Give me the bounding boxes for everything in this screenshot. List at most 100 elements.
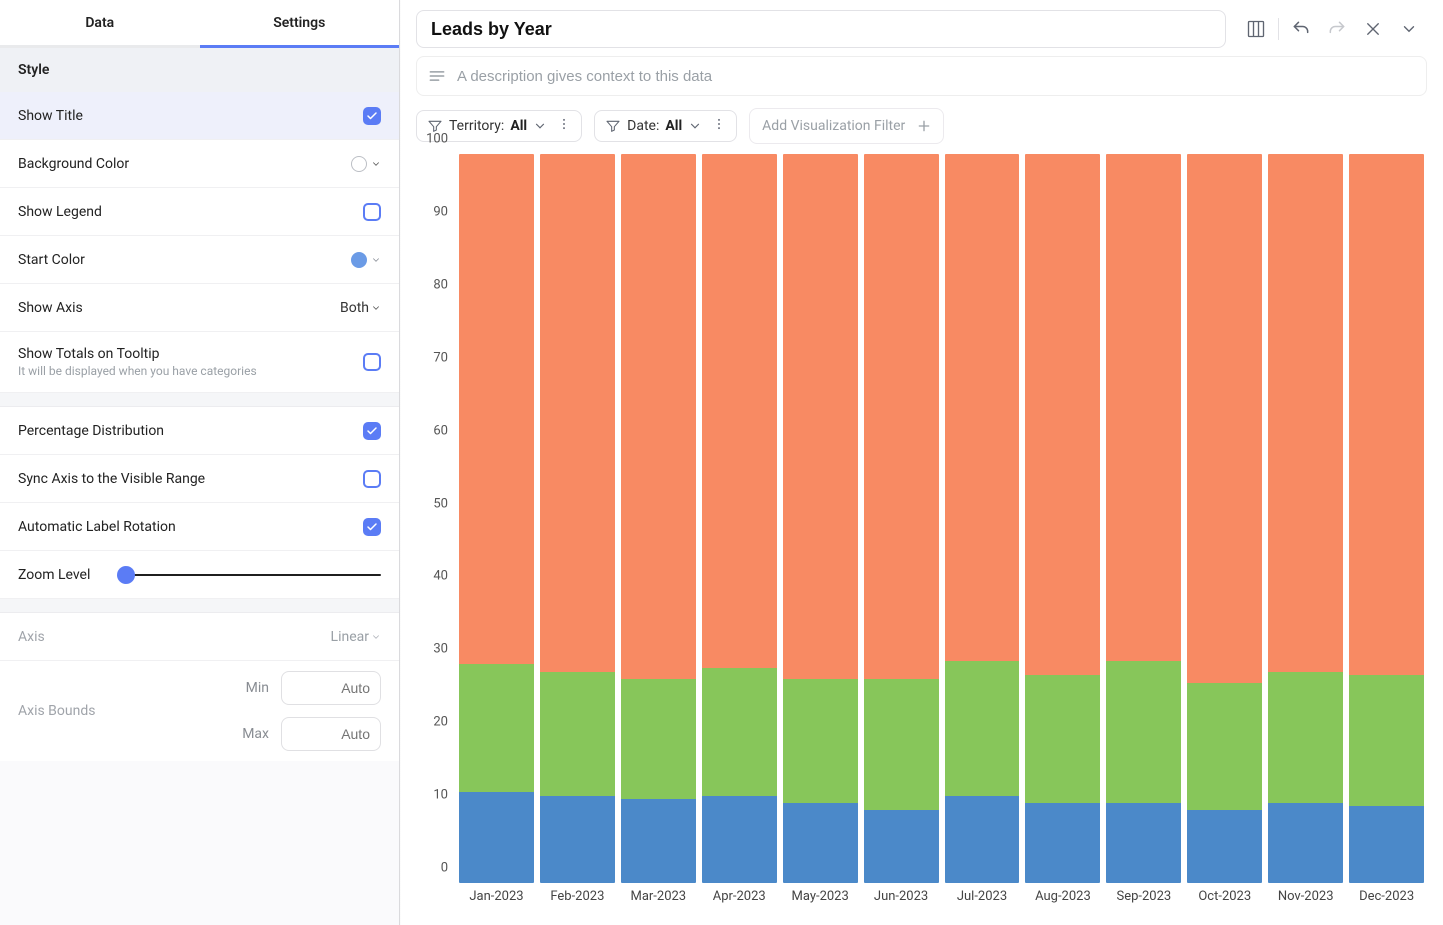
checkbox-sync-axis[interactable] (363, 470, 381, 488)
bar-segment (783, 803, 858, 883)
bar[interactable] (1184, 154, 1265, 883)
option-show-title[interactable]: Show Title (0, 92, 399, 140)
bar[interactable] (456, 154, 537, 883)
y-tick: 50 (433, 496, 448, 511)
bar[interactable] (1022, 154, 1103, 883)
bar[interactable] (1103, 154, 1184, 883)
filter-territory-more[interactable] (553, 117, 575, 135)
axis-scale-select: Linear (331, 629, 381, 645)
bar-segment (1025, 803, 1100, 883)
toolbar-divider (1278, 18, 1279, 40)
bar-segment (1187, 810, 1262, 883)
y-tick: 70 (433, 350, 448, 365)
description-input[interactable] (457, 68, 1416, 85)
main-area: Territory: All Date: All Add Visualizati… (400, 0, 1443, 925)
checkbox-percentage-distribution[interactable] (363, 422, 381, 440)
bar-segment (459, 792, 534, 883)
x-axis: Jan-2023Feb-2023Mar-2023Apr-2023May-2023… (456, 883, 1427, 909)
bar[interactable] (861, 154, 942, 883)
chart-title-input[interactable] (416, 10, 1226, 48)
bar-segment (1187, 683, 1262, 811)
x-category-label: Sep-2023 (1103, 883, 1184, 909)
option-show-legend[interactable]: Show Legend (0, 188, 399, 236)
option-background-color[interactable]: Background Color (0, 140, 399, 188)
axis-bounds-max-label: Max (239, 726, 269, 742)
checkbox-show-legend[interactable] (363, 203, 381, 221)
section-header-style: Style (0, 48, 399, 92)
bar-segment (945, 154, 1020, 661)
bar[interactable] (1265, 154, 1346, 883)
option-show-totals-label: Show Totals on Tooltip (18, 346, 257, 362)
description-handle-icon (427, 66, 447, 86)
bar[interactable] (537, 154, 618, 883)
description-row (416, 56, 1427, 96)
bar-segment (864, 679, 939, 810)
option-axis-scale-label: Axis (18, 629, 45, 645)
option-percentage-distribution[interactable]: Percentage Distribution (0, 407, 399, 455)
y-axis: 0102030405060708090100 (416, 154, 456, 909)
chevron-down-icon (688, 119, 702, 133)
filter-date[interactable]: Date: All (594, 110, 737, 142)
undo-button[interactable] (1283, 11, 1319, 47)
bar-segment (864, 810, 939, 883)
axis-bounds-max-input[interactable] (281, 717, 381, 751)
title-actions (1238, 11, 1427, 47)
add-filter-button[interactable]: Add Visualization Filter (749, 108, 944, 144)
option-show-axis[interactable]: Show Axis Both (0, 284, 399, 332)
option-show-totals[interactable]: Show Totals on Tooltip It will be displa… (0, 332, 399, 393)
chart-plot-area: Jan-2023Feb-2023Mar-2023Apr-2023May-2023… (456, 154, 1427, 909)
option-start-color[interactable]: Start Color (0, 236, 399, 284)
axis-bounds-min-label: Min (239, 680, 269, 696)
settings-sidebar: Data Settings Style Show Title Backgroun… (0, 0, 400, 925)
option-start-color-label: Start Color (18, 252, 85, 268)
x-category-label: Oct-2023 (1184, 883, 1265, 909)
chevron-down-icon (371, 303, 381, 313)
checkbox-auto-rotation[interactable] (363, 518, 381, 536)
bar-segment (1025, 154, 1100, 675)
bar-segment (459, 154, 534, 664)
bar-segment (1025, 675, 1100, 803)
background-color-picker[interactable] (351, 156, 381, 172)
checkbox-show-title[interactable] (363, 107, 381, 125)
bar-segment (783, 154, 858, 679)
bar[interactable] (699, 154, 780, 883)
grid-view-button[interactable] (1238, 11, 1274, 47)
bar[interactable] (1346, 154, 1427, 883)
bar[interactable] (942, 154, 1023, 883)
y-tick: 20 (433, 715, 448, 730)
checkbox-show-totals[interactable] (363, 353, 381, 371)
bar[interactable] (618, 154, 699, 883)
start-color-swatch (351, 252, 367, 268)
filter-territory-value: All (510, 118, 527, 134)
expand-down-button[interactable] (1391, 11, 1427, 47)
tab-data[interactable]: Data (0, 0, 200, 48)
bar-segment (1349, 154, 1424, 675)
show-axis-select[interactable]: Both (340, 300, 381, 316)
option-sync-axis[interactable]: Sync Axis to the Visible Range (0, 455, 399, 503)
start-color-picker[interactable] (351, 252, 381, 268)
x-category-label: Nov-2023 (1265, 883, 1346, 909)
zoom-level-slider[interactable] (126, 574, 381, 576)
x-category-label: Jul-2023 (942, 883, 1023, 909)
filters-row: Territory: All Date: All Add Visualizati… (416, 108, 1427, 144)
close-button[interactable] (1355, 11, 1391, 47)
bar-segment (1349, 806, 1424, 883)
x-category-label: Mar-2023 (618, 883, 699, 909)
option-show-axis-label: Show Axis (18, 300, 83, 316)
option-auto-rotation[interactable]: Automatic Label Rotation (0, 503, 399, 551)
tab-settings[interactable]: Settings (200, 0, 400, 48)
bar-segment (702, 668, 777, 796)
y-tick: 0 (441, 861, 448, 876)
bar-segment (621, 799, 696, 883)
bar[interactable] (780, 154, 861, 883)
x-category-label: May-2023 (780, 883, 861, 909)
bar-segment (621, 154, 696, 679)
bar-segment (1187, 154, 1262, 683)
axis-bounds-min-input[interactable] (281, 671, 381, 705)
filter-date-more[interactable] (708, 117, 730, 135)
zoom-level-handle[interactable] (117, 566, 135, 584)
title-row (416, 10, 1427, 48)
redo-button[interactable] (1319, 11, 1355, 47)
x-category-label: Aug-2023 (1022, 883, 1103, 909)
y-tick: 80 (433, 277, 448, 292)
